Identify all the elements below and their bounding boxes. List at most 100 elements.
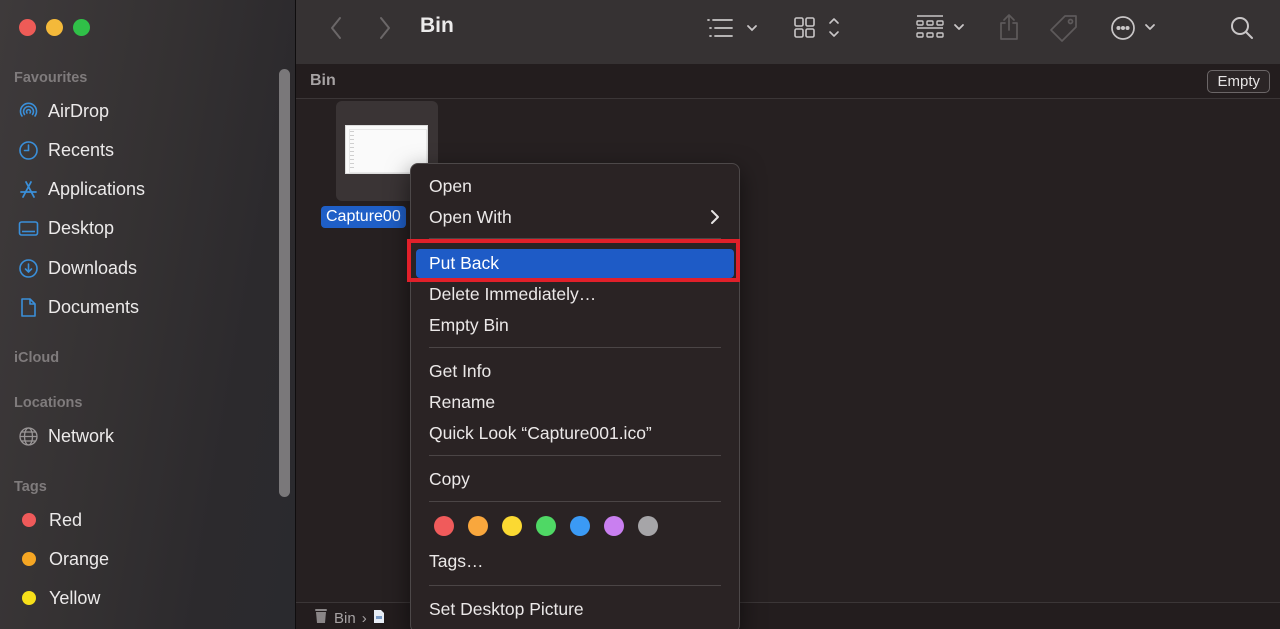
sidebar-section-locations: Locations	[14, 395, 83, 411]
zoom-button[interactable]	[73, 19, 90, 36]
sidebar-item-label: Recents	[48, 139, 115, 160]
sidebar-item-downloads[interactable]: Downloads	[18, 253, 137, 283]
sidebar-section-favourites: Favourites	[14, 70, 88, 86]
menu-separator	[429, 585, 721, 586]
sidebar-item-label: AirDrop	[48, 100, 110, 121]
chevron-right-icon	[710, 208, 720, 231]
menu-item-delete-immediately[interactable]: Delete Immediately…	[416, 281, 734, 308]
sidebar-item-label: Applications	[48, 178, 146, 199]
airdrop-icon	[18, 101, 39, 122]
window-controls	[19, 19, 90, 36]
document-icon	[18, 297, 39, 318]
icon-view-button[interactable]	[793, 14, 843, 42]
sidebar-item-recents[interactable]: Recents	[18, 135, 114, 165]
sidebar-item-tag-yellow[interactable]: Yellow	[18, 583, 100, 613]
tag-red-icon	[22, 513, 36, 527]
tag-yellow-button[interactable]	[502, 516, 522, 536]
sidebar: Favourites AirDrop Recents Applications …	[0, 0, 296, 629]
download-icon	[18, 258, 39, 279]
sidebar-item-label: Network	[48, 425, 115, 446]
sidebar-item-label: Downloads	[48, 257, 138, 278]
menu-item-get-info[interactable]: Get Info	[416, 358, 734, 385]
more-actions-button[interactable]	[1109, 13, 1159, 43]
empty-bin-button[interactable]: Empty	[1207, 70, 1270, 93]
context-menu: Open Open With Put Back Delete Immediate…	[410, 163, 740, 629]
more-icon	[1111, 16, 1155, 40]
tag-yellow-icon	[22, 591, 36, 605]
menu-item-label: Put Back	[429, 253, 500, 273]
menu-item-empty-bin[interactable]: Empty Bin	[416, 312, 734, 339]
menu-separator	[429, 238, 721, 239]
sidebar-item-label: Documents	[48, 296, 140, 317]
sidebar-item-documents[interactable]: Documents	[18, 292, 139, 322]
minimize-button[interactable]	[46, 19, 63, 36]
sidebar-item-label: Desktop	[48, 217, 115, 238]
menu-item-label: Set Desktop Picture	[429, 599, 584, 619]
path-breadcrumb: Bin ›	[314, 608, 385, 628]
menu-item-open[interactable]: Open	[416, 173, 734, 200]
menu-item-open-with[interactable]: Open With	[416, 204, 734, 231]
close-button[interactable]	[19, 19, 36, 36]
icon-view-icon	[794, 17, 839, 38]
tag-color-picker	[434, 516, 658, 536]
tag-orange-icon	[22, 552, 36, 566]
list-view-icon	[707, 19, 757, 37]
toolbar: Bin	[296, 0, 1280, 64]
globe-icon	[18, 426, 39, 447]
tag-purple-button[interactable]	[604, 516, 624, 536]
menu-item-put-back[interactable]: Put Back	[416, 249, 734, 278]
chevron-right-icon[interactable]	[375, 15, 395, 41]
sidebar-item-tag-orange[interactable]: Orange	[18, 544, 109, 574]
applications-icon	[18, 179, 39, 200]
sidebar-scrollbar[interactable]	[279, 69, 290, 497]
tag-orange-button[interactable]	[468, 516, 488, 536]
clock-icon	[18, 140, 39, 161]
tag-icon[interactable]	[1048, 12, 1080, 44]
sidebar-item-desktop[interactable]: Desktop	[18, 213, 114, 243]
sidebar-item-label: Orange	[49, 548, 110, 569]
file-icon	[373, 609, 385, 628]
group-icon	[916, 15, 964, 38]
tag-green-button[interactable]	[536, 516, 556, 536]
menu-item-tags[interactable]: Tags…	[416, 548, 734, 575]
menu-item-label: Tags…	[429, 551, 484, 571]
sidebar-section-icloud: iCloud	[14, 350, 60, 366]
sidebar-item-applications[interactable]: Applications	[18, 174, 145, 204]
share-icon[interactable]	[996, 12, 1022, 42]
menu-item-label: Delete Immediately…	[429, 284, 597, 304]
sidebar-item-label: Yellow	[49, 587, 101, 608]
breadcrumb-item-bin[interactable]: Bin	[334, 610, 356, 627]
group-button[interactable]	[914, 14, 970, 42]
file-name-label[interactable]: Capture00	[321, 206, 406, 228]
sidebar-section-tags: Tags	[14, 479, 47, 495]
menu-item-set-desktop-picture[interactable]: Set Desktop Picture	[416, 596, 734, 623]
menu-item-rename[interactable]: Rename	[416, 389, 734, 416]
chevron-left-icon[interactable]	[326, 15, 346, 41]
menu-item-label: Get Info	[429, 361, 492, 381]
menu-item-label: Open With	[429, 207, 512, 227]
menu-separator	[429, 347, 721, 348]
menu-separator	[429, 501, 721, 502]
tag-red-button[interactable]	[434, 516, 454, 536]
menu-item-label: Empty Bin	[429, 315, 509, 335]
sidebar-item-airdrop[interactable]: AirDrop	[18, 96, 109, 126]
menu-item-copy[interactable]: Copy	[416, 466, 734, 493]
search-icon[interactable]	[1229, 14, 1255, 42]
desktop-icon	[18, 218, 39, 239]
tag-blue-button[interactable]	[570, 516, 590, 536]
menu-separator	[429, 455, 721, 456]
menu-item-quick-look[interactable]: Quick Look “Capture001.ico”	[416, 420, 734, 447]
sidebar-item-tag-red[interactable]: Red	[18, 505, 82, 535]
menu-item-label: Rename	[429, 392, 496, 412]
path-header: Bin Empty	[296, 64, 1280, 99]
tag-gray-button[interactable]	[638, 516, 658, 536]
trash-icon	[314, 608, 328, 628]
location-title: Bin	[310, 72, 336, 89]
menu-item-label: Quick Look “Capture001.ico”	[429, 423, 652, 443]
sidebar-item-label: Red	[49, 509, 83, 530]
sidebar-item-network[interactable]: Network	[18, 421, 114, 451]
menu-item-label: Open	[429, 176, 472, 196]
list-view-button[interactable]	[706, 16, 762, 40]
breadcrumb-separator: ›	[361, 609, 367, 627]
menu-item-label: Copy	[429, 469, 470, 489]
